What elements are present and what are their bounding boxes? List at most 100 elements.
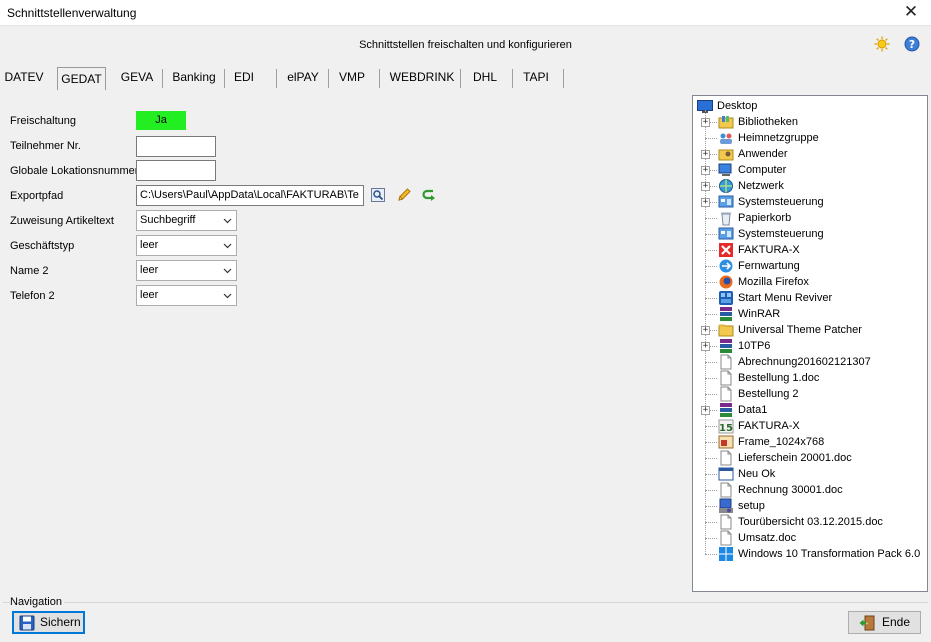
tree-label: setup bbox=[738, 500, 765, 512]
tree-guide-line bbox=[705, 442, 717, 443]
document-icon bbox=[720, 530, 732, 546]
zuweisung-select[interactable]: Suchbegriff bbox=[136, 210, 237, 231]
tree-guide-line bbox=[705, 378, 717, 379]
freischaltung-toggle[interactable]: Ja bbox=[136, 111, 186, 130]
tree-label: Fernwartung bbox=[738, 260, 800, 272]
svg-text:15: 15 bbox=[719, 423, 733, 434]
reset-arrow-icon[interactable] bbox=[421, 187, 437, 203]
winrar-icon bbox=[720, 307, 732, 321]
gln-label: Globale Lokationsnummer bbox=[10, 165, 139, 177]
teilnehmer-input[interactable] bbox=[136, 136, 216, 157]
tree-guide-line bbox=[705, 362, 717, 363]
tab-banking[interactable]: Banking bbox=[168, 66, 220, 90]
tab-separator bbox=[224, 69, 225, 88]
expand-plus-icon[interactable]: + bbox=[701, 166, 710, 175]
control-panel-icon bbox=[718, 227, 734, 240]
tree-label: Mozilla Firefox bbox=[738, 276, 809, 288]
chevron-down-icon bbox=[223, 243, 232, 249]
tree-label: FAKTURA-X bbox=[738, 244, 800, 256]
tab-geva[interactable]: GEVA bbox=[116, 66, 158, 90]
title-bar: Schnittstellenverwaltung ✕ bbox=[0, 0, 931, 26]
tree-guide-line bbox=[705, 554, 717, 555]
folder-tree[interactable]: Desktop + Bibliotheken Heimnetzgruppe + Anwe… bbox=[692, 95, 928, 592]
zuweisung-label: Zuweisung Artikeltext bbox=[10, 215, 114, 227]
help-icon[interactable]: ? bbox=[904, 36, 920, 52]
browse-icon[interactable] bbox=[370, 187, 386, 203]
telefon2-select[interactable]: leer bbox=[136, 285, 237, 306]
homegroup-icon bbox=[720, 133, 732, 144]
recycle-bin-icon bbox=[721, 212, 731, 226]
geschaeftstyp-value: leer bbox=[140, 239, 159, 251]
expand-plus-icon[interactable]: + bbox=[701, 198, 710, 207]
gln-input[interactable] bbox=[136, 160, 216, 181]
geschaeftstyp-select[interactable]: leer bbox=[136, 235, 237, 256]
tree-label: FAKTURA-X bbox=[738, 420, 800, 432]
tab-webdrink[interactable]: WEBDRINK bbox=[386, 66, 458, 90]
expand-plus-icon[interactable]: + bbox=[701, 182, 710, 191]
tree-label: 10TP6 bbox=[738, 340, 771, 352]
tab-edi[interactable]: EDI bbox=[228, 66, 260, 90]
document-icon bbox=[720, 450, 732, 466]
tree-label: Bibliotheken bbox=[738, 116, 798, 128]
winrar-icon bbox=[720, 403, 732, 417]
library-folder-icon bbox=[718, 116, 734, 129]
tree-label: Umsatz.doc bbox=[738, 532, 797, 544]
name2-select[interactable]: leer bbox=[136, 260, 237, 281]
zuweisung-value: Suchbegriff bbox=[140, 214, 196, 226]
expand-plus-icon[interactable]: + bbox=[701, 342, 710, 351]
tree-guide-line bbox=[705, 458, 717, 459]
tree-label: Lieferschein 20001.doc bbox=[738, 452, 852, 464]
tree-label: Papierkorb bbox=[738, 212, 792, 224]
navigation-label: Navigation bbox=[10, 596, 64, 608]
tab-dhl[interactable]: DHL bbox=[465, 66, 505, 90]
close-icon[interactable]: ✕ bbox=[901, 2, 921, 22]
sun-icon[interactable] bbox=[874, 36, 890, 52]
chevron-down-icon bbox=[223, 293, 232, 299]
edit-pencil-icon[interactable] bbox=[396, 187, 412, 203]
control-panel-icon bbox=[718, 195, 734, 208]
expand-plus-icon[interactable]: + bbox=[701, 150, 710, 159]
window-title: Schnittstellenverwaltung bbox=[7, 6, 137, 20]
tree-label: WinRAR bbox=[738, 308, 781, 320]
tree-label: Systemsteuerung bbox=[738, 228, 824, 240]
tab-separator bbox=[276, 69, 277, 88]
name2-value: leer bbox=[140, 264, 159, 276]
name2-label: Name 2 bbox=[10, 265, 49, 277]
navigation-group bbox=[3, 602, 928, 639]
tree-label: Universal Theme Patcher bbox=[738, 324, 862, 336]
geschaeftstyp-label: Geschäftstyp bbox=[10, 240, 75, 252]
tree-label: Bestellung 1.doc bbox=[738, 372, 820, 384]
tree-guide-line bbox=[705, 266, 717, 267]
document-icon bbox=[720, 354, 732, 370]
faktura-x-icon bbox=[719, 243, 733, 257]
tab-separator bbox=[379, 69, 380, 88]
end-button[interactable]: Ende bbox=[848, 611, 921, 634]
tab-tapi[interactable]: TAPI bbox=[516, 66, 556, 90]
tree-label: Neu Ok bbox=[738, 468, 776, 480]
chevron-down-icon bbox=[223, 268, 232, 274]
tree-label: Start Menu Reviver bbox=[738, 292, 833, 304]
tree-guide-line bbox=[705, 506, 717, 507]
document-icon bbox=[720, 370, 732, 386]
tree-guide-line bbox=[705, 522, 717, 523]
tree-label: Abrechnung201602121307 bbox=[738, 356, 871, 368]
tab-vmp[interactable]: VMP bbox=[332, 66, 372, 90]
expand-plus-icon[interactable]: + bbox=[701, 118, 710, 127]
tree-guide-line bbox=[705, 298, 717, 299]
exportpfad-input[interactable]: C:\Users\Paul\AppData\Local\FAKTURAB\Te bbox=[136, 185, 364, 206]
expand-plus-icon[interactable]: + bbox=[701, 326, 710, 335]
exportpfad-label: Exportpfad bbox=[10, 190, 64, 202]
tab-gedat[interactable]: GEDAT bbox=[57, 67, 106, 90]
tab-datev[interactable]: DATEV bbox=[2, 66, 46, 90]
tree-label: Netzwerk bbox=[738, 180, 784, 192]
tree-label: Desktop bbox=[717, 100, 758, 112]
expand-plus-icon[interactable]: + bbox=[701, 406, 710, 415]
interface-tabs: DATEV GEDAT GEVA Banking EDI elPAY VMP W… bbox=[0, 66, 600, 90]
end-label: Ende bbox=[882, 615, 911, 629]
tree-guide-line bbox=[705, 538, 717, 539]
tab-elpay[interactable]: elPAY bbox=[282, 66, 324, 90]
tree-guide-line bbox=[705, 282, 717, 283]
window-icon bbox=[718, 467, 734, 481]
save-button[interactable]: Sichern bbox=[12, 611, 85, 634]
start-menu-reviver-icon bbox=[719, 291, 733, 305]
